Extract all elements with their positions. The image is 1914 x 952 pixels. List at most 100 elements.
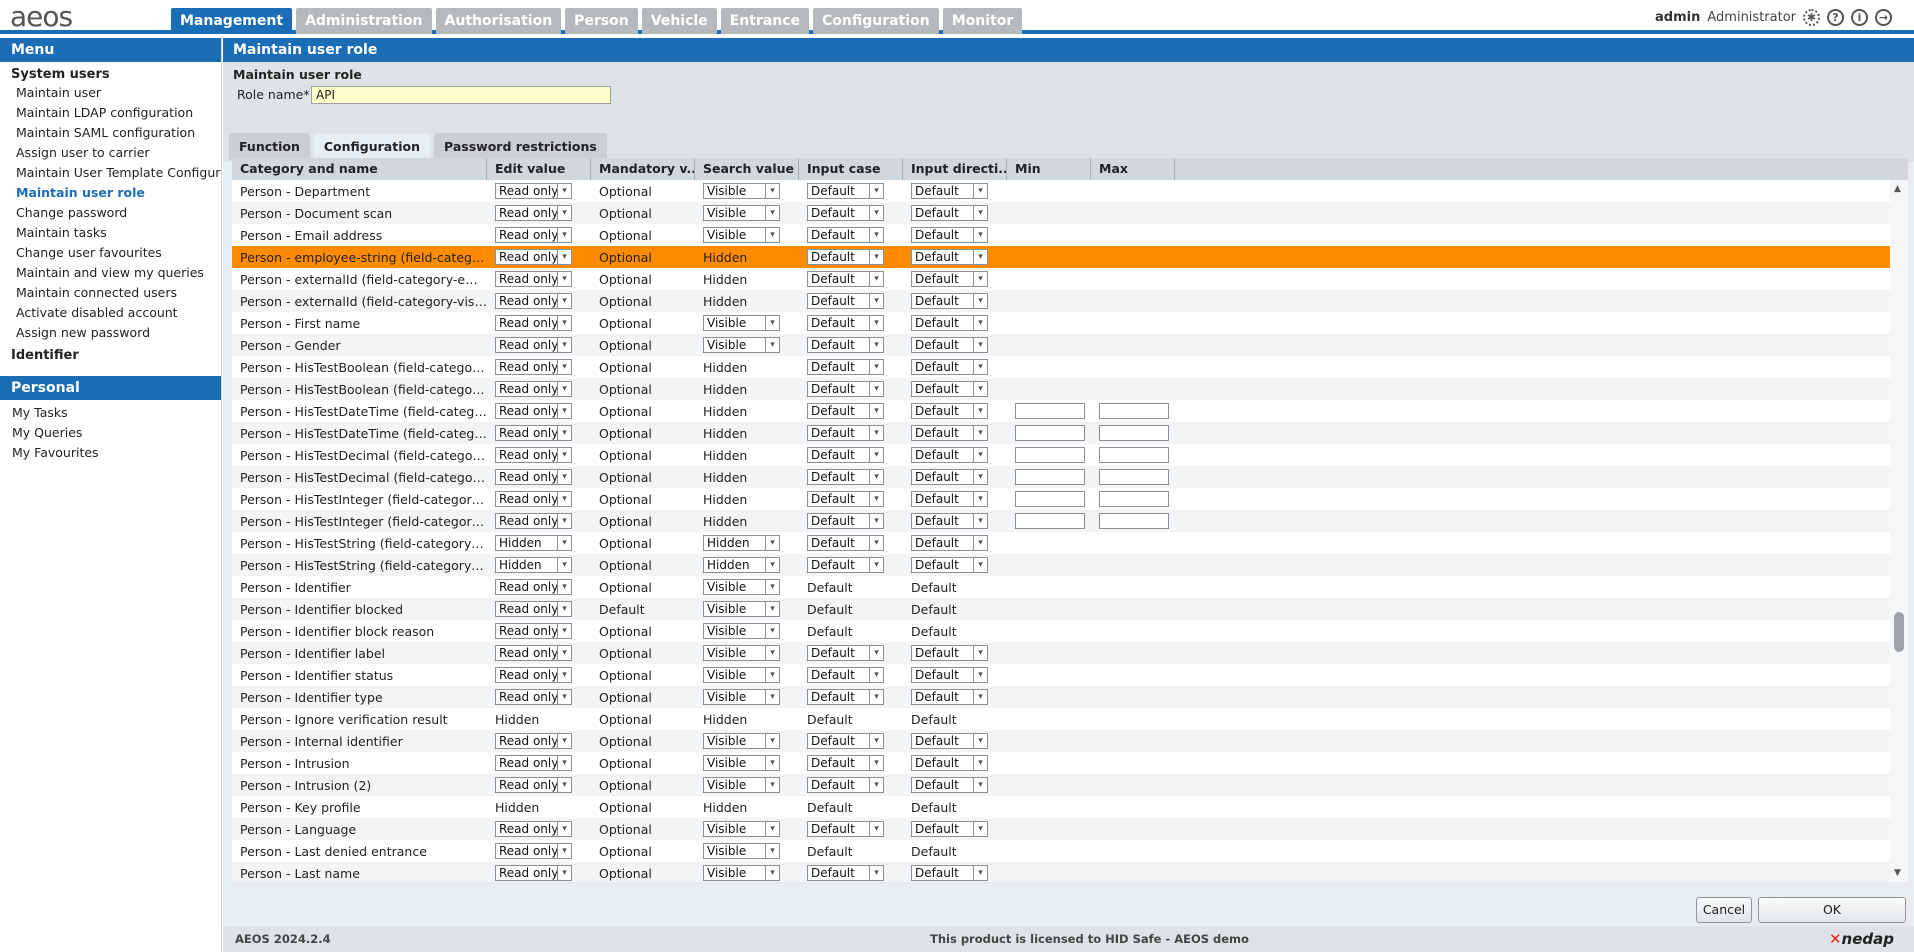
search-value-select[interactable]: Visible <box>703 821 780 837</box>
min-input[interactable] <box>1015 513 1085 529</box>
table-row[interactable]: Person - HisTestDecimal (field-category-… <box>232 444 1890 466</box>
logout-icon[interactable]: → <box>1875 9 1892 26</box>
search-value-select[interactable]: Visible <box>703 777 780 793</box>
table-row[interactable]: Person - Identifier status Read only Optio… <box>232 664 1890 686</box>
cancel-button[interactable]: Cancel <box>1696 897 1752 923</box>
max-input[interactable] <box>1099 447 1169 463</box>
min-input[interactable] <box>1015 469 1085 485</box>
input-direction-select[interactable]: Default <box>911 557 988 573</box>
input-case-select[interactable]: Default <box>807 315 884 331</box>
info-icon[interactable]: i <box>1851 9 1868 26</box>
max-input[interactable] <box>1099 469 1169 485</box>
input-direction-select[interactable]: Default <box>911 733 988 749</box>
input-direction-select[interactable]: Default <box>911 381 988 397</box>
table-row[interactable]: Person - HisTestInteger (field-category-… <box>232 510 1890 532</box>
search-value-select[interactable]: Visible <box>703 865 780 881</box>
table-row[interactable]: Person - Identifier label Read only Option… <box>232 642 1890 664</box>
search-value-select[interactable]: Visible <box>703 183 780 199</box>
table-row[interactable]: Person - HisTestDateTime (field-category… <box>232 422 1890 444</box>
vertical-scrollbar[interactable]: ▲ ▼ <box>1890 180 1908 882</box>
column-header-edit-value[interactable]: Edit value <box>487 158 591 180</box>
input-direction-select[interactable]: Default <box>911 447 988 463</box>
input-case-select[interactable]: Default <box>807 425 884 441</box>
sidebar-item-assign-user-to-carrier[interactable]: Assign user to carrier <box>0 143 221 163</box>
max-input[interactable] <box>1099 491 1169 507</box>
table-row[interactable]: Person - Key profile Hidden Optional Hidden… <box>232 796 1890 818</box>
search-value-select[interactable]: Visible <box>703 337 780 353</box>
help-icon[interactable]: ? <box>1827 9 1844 26</box>
sidebar-item-change-password[interactable]: Change password <box>0 203 221 223</box>
table-row[interactable]: Person - Identifier type Read only Optiona… <box>232 686 1890 708</box>
search-value-select[interactable]: Visible <box>703 755 780 771</box>
sidebar-item-maintain-ldap-configuration[interactable]: Maintain LDAP configuration <box>0 103 221 123</box>
sidebar-item-maintain-connected-users[interactable]: Maintain connected users <box>0 283 221 303</box>
input-case-select[interactable]: Default <box>807 557 884 573</box>
input-case-select[interactable]: Default <box>807 249 884 265</box>
input-case-select[interactable]: Default <box>807 205 884 221</box>
search-value-select[interactable]: Visible <box>703 579 780 595</box>
input-case-select[interactable]: Default <box>807 381 884 397</box>
table-row[interactable]: Person - Intrusion (2) Read only Optional V… <box>232 774 1890 796</box>
search-value-select[interactable]: Hidden <box>703 557 780 573</box>
input-direction-select[interactable]: Default <box>911 689 988 705</box>
sidebar-item-maintain-saml-configuration[interactable]: Maintain SAML configuration <box>0 123 221 143</box>
table-row[interactable]: Person - HisTestString (field-category-e… <box>232 532 1890 554</box>
input-case-select[interactable]: Default <box>807 755 884 771</box>
table-row[interactable]: Person - Internal identifier Read only Opt… <box>232 730 1890 752</box>
search-value-select[interactable]: Hidden <box>703 535 780 551</box>
max-input[interactable] <box>1099 403 1169 419</box>
edit-value-select[interactable]: Read only <box>495 403 572 419</box>
input-direction-select[interactable]: Default <box>911 425 988 441</box>
scroll-up-icon[interactable]: ▲ <box>1894 184 1901 194</box>
table-row[interactable]: Person - HisTestDecimal (field-category-… <box>232 466 1890 488</box>
search-value-select[interactable]: Visible <box>703 667 780 683</box>
table-row[interactable]: Person - HisTestBoolean (field-category-… <box>232 378 1890 400</box>
column-header-input-case[interactable]: Input case <box>799 158 903 180</box>
input-case-select[interactable]: Default <box>807 359 884 375</box>
input-case-select[interactable]: Default <box>807 821 884 837</box>
search-value-select[interactable]: Visible <box>703 601 780 617</box>
edit-value-select[interactable]: Read only <box>495 447 572 463</box>
scroll-down-icon[interactable]: ▼ <box>1894 868 1901 878</box>
input-case-select[interactable]: Default <box>807 689 884 705</box>
edit-value-select[interactable]: Read only <box>495 689 572 705</box>
edit-value-select[interactable]: Read only <box>495 381 572 397</box>
tab-authorisation[interactable]: Authorisation <box>435 8 562 34</box>
edit-value-select[interactable]: Read only <box>495 645 572 661</box>
search-value-select[interactable]: Visible <box>703 733 780 749</box>
table-row[interactable]: Person - Intrusion Read only Optional Visib… <box>232 752 1890 774</box>
table-row[interactable]: Person - HisTestBoolean (field-category-… <box>232 356 1890 378</box>
input-direction-select[interactable]: Default <box>911 777 988 793</box>
input-direction-select[interactable]: Default <box>911 315 988 331</box>
search-value-select[interactable]: Visible <box>703 205 780 221</box>
sidebar-item-change-user-favourites[interactable]: Change user favourites <box>0 243 221 263</box>
edit-value-select[interactable]: Read only <box>495 469 572 485</box>
input-direction-select[interactable]: Default <box>911 183 988 199</box>
tab-function[interactable]: Function <box>229 133 310 160</box>
tab-monitor[interactable]: Monitor <box>942 8 1023 34</box>
input-direction-select[interactable]: Default <box>911 403 988 419</box>
table-row[interactable]: Person - Language Read only Optional Visibl… <box>232 818 1890 840</box>
ok-button[interactable]: OK <box>1758 897 1906 923</box>
input-case-select[interactable]: Default <box>807 777 884 793</box>
tab-person[interactable]: Person <box>565 8 638 34</box>
search-value-select[interactable]: Visible <box>703 315 780 331</box>
input-case-select[interactable]: Default <box>807 447 884 463</box>
input-case-select[interactable]: Default <box>807 667 884 683</box>
input-direction-select[interactable]: Default <box>911 271 988 287</box>
search-value-select[interactable]: Visible <box>703 227 780 243</box>
edit-value-select[interactable]: Read only <box>495 623 572 639</box>
sidebar-item-my-queries[interactable]: My Queries <box>0 423 221 443</box>
sidebar-group-system-users[interactable]: System users <box>0 62 221 83</box>
max-input[interactable] <box>1099 513 1169 529</box>
input-direction-select[interactable]: Default <box>911 469 988 485</box>
edit-value-select[interactable]: Read only <box>495 205 572 221</box>
table-row[interactable]: Person - Document scan Read only Optional V… <box>232 202 1890 224</box>
input-direction-select[interactable]: Default <box>911 205 988 221</box>
input-case-select[interactable]: Default <box>807 865 884 881</box>
aeos-logo[interactable]: aeos <box>10 3 73 31</box>
table-row[interactable]: Person - Identifier Read only Optional Visi… <box>232 576 1890 598</box>
sidebar-item-activate-disabled-account[interactable]: Activate disabled account <box>0 303 221 323</box>
sidebar-item-assign-new-password[interactable]: Assign new password <box>0 323 221 343</box>
input-direction-select[interactable]: Default <box>911 755 988 771</box>
